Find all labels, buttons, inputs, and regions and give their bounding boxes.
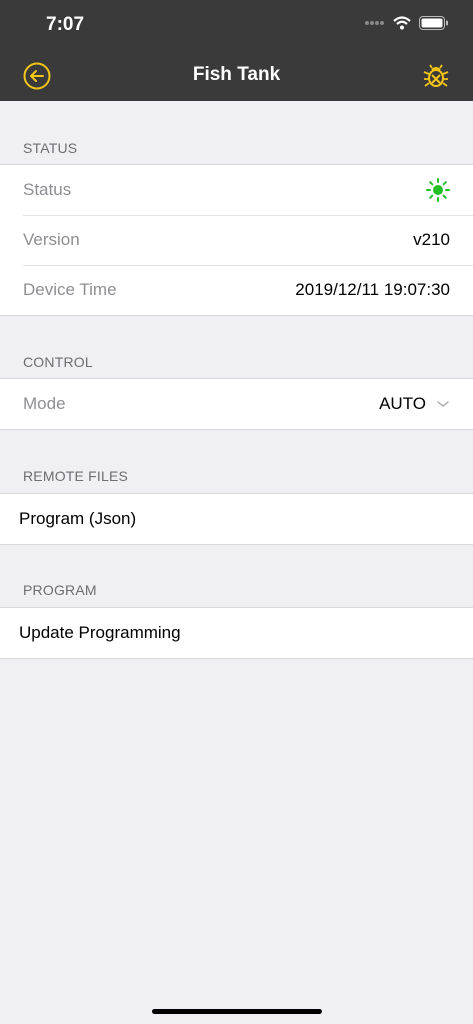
status-group: Status Version v210 Device Time 2019/12/… [0, 164, 473, 316]
mode-row[interactable]: Mode AUTO [0, 379, 473, 429]
program-json-row[interactable]: Program (Json) [0, 494, 473, 544]
control-group: Mode AUTO [0, 378, 473, 430]
update-programming-row[interactable]: Update Programming [0, 608, 473, 658]
version-row: Version v210 [0, 215, 473, 265]
battery-icon [419, 16, 448, 30]
sun-icon [426, 178, 450, 202]
device-time-value: 2019/12/11 19:07:30 [295, 280, 450, 299]
section-header-remote-files: REMOTE FILES [23, 468, 129, 484]
update-programming-label[interactable]: Update Programming [0, 623, 181, 643]
section-header-status: STATUS [23, 140, 78, 156]
mode-value[interactable]: AUTO [379, 394, 426, 414]
status-icons [365, 16, 449, 30]
program-group: Update Programming [0, 607, 473, 659]
version-label: Version [23, 230, 80, 249]
version-value: v210 [413, 230, 450, 249]
program-json-label[interactable]: Program (Json) [0, 509, 136, 529]
nav-bar: Fish Tank [0, 52, 473, 101]
page-title: Fish Tank [192, 64, 281, 85]
status-time: 7:07 [46, 14, 85, 35]
section-header-program: PROGRAM [23, 582, 97, 598]
mode-label: Mode [23, 394, 66, 413]
remote-files-group: Program (Json) [0, 493, 473, 545]
status-bar: 7:07 [0, 0, 473, 52]
status-label: Status [23, 180, 72, 199]
device-time-label: Device Time [23, 280, 117, 299]
section-header-control: CONTROL [23, 354, 93, 370]
signal-icon [365, 21, 384, 25]
bug-icon[interactable] [421, 61, 451, 91]
device-time-row: Device Time 2019/12/11 19:07:30 [0, 265, 473, 315]
chevron-down-icon[interactable] [436, 399, 450, 409]
wifi-icon [393, 16, 411, 30]
status-row: Status [0, 165, 473, 215]
home-indicator[interactable] [152, 1009, 322, 1014]
